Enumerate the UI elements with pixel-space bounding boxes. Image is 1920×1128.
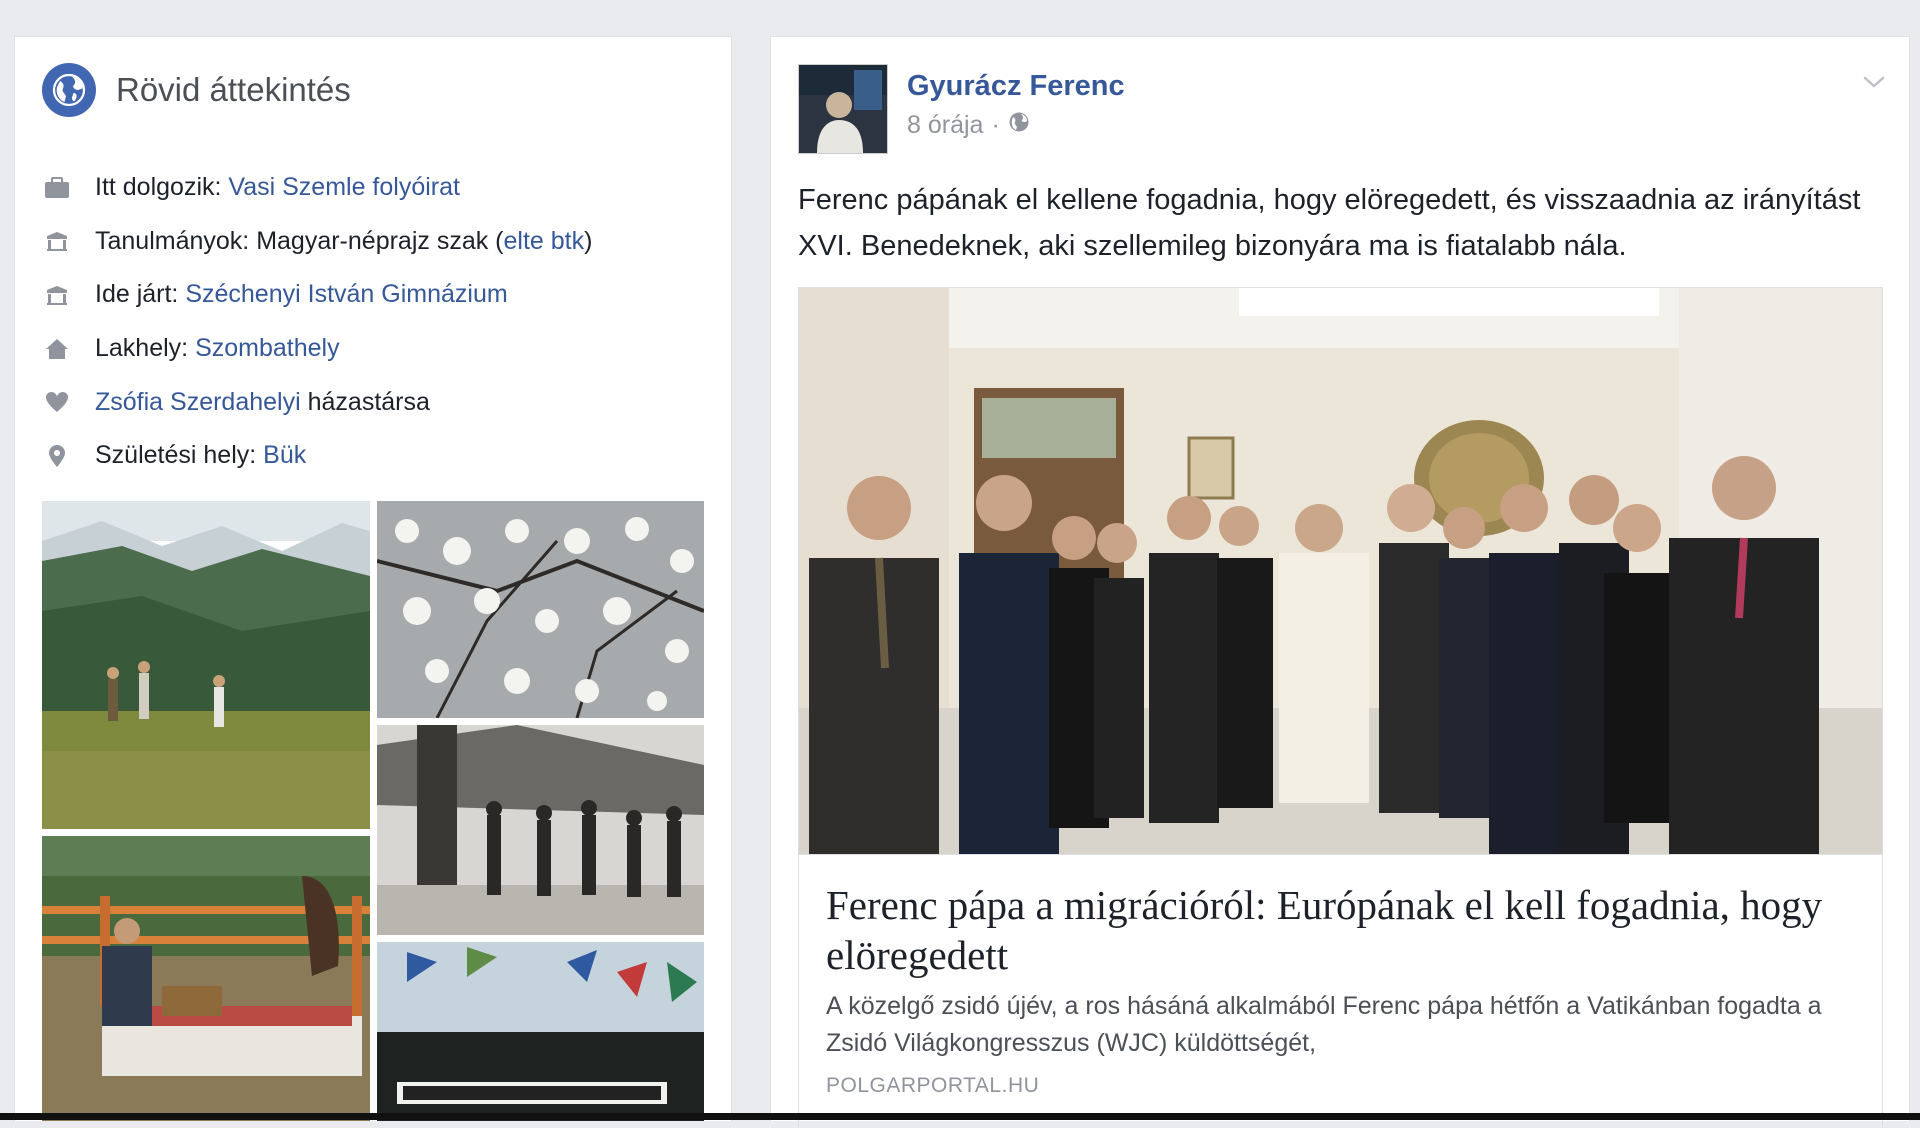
- link-title[interactable]: Ferenc pápa a migrációról: Európának el …: [826, 880, 1866, 980]
- link-preview-image[interactable]: [799, 288, 1882, 855]
- birthplace-link[interactable]: Bük: [263, 441, 306, 469]
- info-row-studies: Tanulmányok: Magyar-néprajz szak (elte b…: [43, 215, 592, 269]
- chevron-down-icon[interactable]: [1859, 67, 1889, 97]
- globe-icon[interactable]: [1008, 111, 1030, 140]
- post-meta: Gyurácz Ferenc 8 órája ·: [907, 70, 1125, 154]
- photo-grid: [42, 501, 704, 1121]
- meta-separator: ·: [991, 111, 1000, 139]
- graduation-cap-icon: [43, 281, 71, 309]
- info-text: Tanulmányok: Magyar-néprajz szak (elte b…: [95, 227, 592, 256]
- link-preview[interactable]: Ferenc pápa a migrációról: Európának el …: [798, 287, 1883, 1128]
- photo-vintage-procession[interactable]: [377, 725, 704, 935]
- heart-icon: [43, 388, 71, 416]
- info-text: Születési hely: Bük: [95, 441, 306, 470]
- post-card: Gyurácz Ferenc 8 órája · Ferenc pápának …: [770, 36, 1910, 1128]
- intro-card: Rövid áttekintés Itt dolgozik: Vasi Szem…: [14, 36, 732, 1121]
- residence-link[interactable]: Szombathely: [195, 334, 340, 362]
- post-header: Gyurácz Ferenc 8 órája ·: [798, 64, 1125, 154]
- link-domain: POLGARPORTAL.HU: [826, 1074, 1040, 1097]
- author-name[interactable]: Gyurácz Ferenc: [907, 70, 1125, 103]
- intro-header: Rövid áttekintés: [42, 63, 351, 117]
- post-text: Ferenc pápának el kellene fogadnia, hogy…: [798, 184, 1861, 262]
- school-link[interactable]: elte btk: [504, 227, 585, 255]
- bottom-edge: [0, 1113, 1920, 1120]
- home-icon: [43, 335, 71, 363]
- map-pin-icon: [43, 442, 71, 470]
- info-row-school: Ide járt: Széchenyi István Gimnázium: [43, 268, 592, 322]
- post-time-row: 8 órája ·: [907, 111, 1125, 140]
- globe-icon: [42, 63, 96, 117]
- info-text: Itt dolgozik: Vasi Szemle folyóirat: [95, 173, 460, 202]
- info-prefix: Ide járt:: [95, 280, 186, 309]
- link-description: A közelgő zsidó újév, a ros hásáná alkal…: [826, 992, 1822, 1057]
- info-text: Lakhely: Szombathely: [95, 334, 340, 363]
- photo-blossoms[interactable]: [377, 501, 704, 718]
- info-row-birthplace: Születési hely: Bük: [43, 429, 592, 483]
- photo-mountain-hikers[interactable]: [42, 501, 370, 829]
- info-prefix: Születési hely:: [95, 441, 264, 470]
- graduation-cap-icon: [43, 227, 71, 255]
- post-timestamp[interactable]: 8 órája: [907, 111, 983, 140]
- info-prefix: Itt dolgozik:: [95, 173, 229, 202]
- info-text: Ide járt: Széchenyi István Gimnázium: [95, 280, 508, 309]
- info-prefix: Tanulmányok: Magyar-néprajz szak (: [95, 226, 504, 255]
- highschool-link[interactable]: Széchenyi István Gimnázium: [185, 280, 507, 308]
- briefcase-icon: [43, 174, 71, 202]
- employer-link[interactable]: Vasi Szemle folyóirat: [228, 173, 460, 201]
- info-suffix: házastársa: [300, 387, 430, 416]
- photo-crowd-flags[interactable]: [377, 942, 704, 1121]
- info-suffix: ): [584, 226, 593, 255]
- info-row-residence: Lakhely: Szombathely: [43, 322, 592, 376]
- photo-book-stand[interactable]: [42, 836, 370, 1121]
- intro-title: Rövid áttekintés: [116, 71, 351, 108]
- intro-info-list: Itt dolgozik: Vasi Szemle folyóirat Tanu…: [43, 161, 592, 483]
- spouse-link[interactable]: Zsófia Szerdahelyi: [95, 388, 301, 416]
- avatar[interactable]: [798, 64, 888, 154]
- info-row-spouse: Zsófia Szerdahelyi házastársa: [43, 375, 592, 429]
- info-prefix: Lakhely:: [95, 334, 196, 363]
- info-text: Zsófia Szerdahelyi házastársa: [95, 388, 430, 417]
- info-row-work: Itt dolgozik: Vasi Szemle folyóirat: [43, 161, 592, 215]
